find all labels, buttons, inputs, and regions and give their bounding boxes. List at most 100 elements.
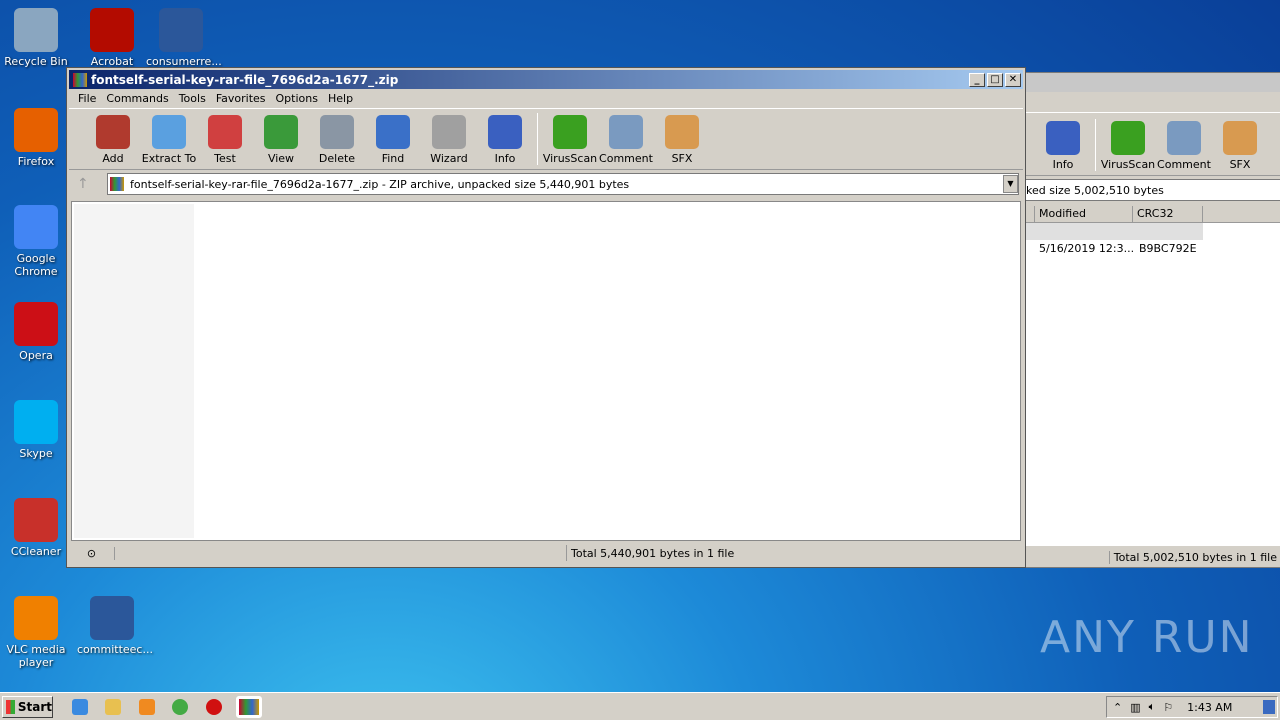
maximize-button[interactable]: □ — [987, 72, 1003, 87]
desktop-icon-label: committeec... — [77, 643, 153, 656]
back-status: Total 5,002,510 bytes in 1 file — [1108, 551, 1280, 564]
network-icon[interactable]: ▥ — [1130, 701, 1140, 714]
sfx-icon — [665, 115, 699, 149]
desktop-icon-consumerre[interactable]: consumerre... — [146, 8, 222, 68]
desktop-icon-label: Opera — [19, 349, 53, 362]
menu-options[interactable]: Options — [271, 92, 323, 105]
toolbar-label: Test — [214, 152, 236, 165]
desktop-icon-label: Acrobat — [90, 55, 134, 68]
toolbar-label: SFX — [1229, 158, 1251, 171]
menu-help[interactable]: Help — [323, 92, 358, 105]
title-bar[interactable]: fontself-serial-key-rar-file_7696d2a-167… — [69, 70, 1023, 89]
show-desktop-button[interactable] — [1263, 700, 1275, 714]
desktop-icon-label: CCleaner — [10, 545, 62, 558]
minimize-button[interactable]: _ — [969, 72, 985, 87]
info-icon — [1046, 121, 1080, 155]
add-icon — [96, 115, 130, 149]
comment-icon — [1167, 121, 1201, 155]
test-button[interactable]: Test — [197, 115, 253, 169]
status-drive-icon: ⊙ — [69, 546, 115, 560]
close-button[interactable]: ✕ — [1005, 72, 1021, 87]
back-info-button[interactable]: Info — [1035, 121, 1091, 175]
back-address[interactable]: ked size 5,002,510 bytes — [1023, 179, 1280, 201]
desktop-icon-label: Recycle Bin — [4, 55, 68, 68]
toolbar-label: Add — [102, 152, 124, 165]
desktop-icon-label: consumerre... — [146, 55, 222, 68]
desktop-icon-skype[interactable]: Skype — [1, 400, 71, 460]
explorer-icon[interactable] — [105, 699, 121, 715]
show-hidden-icons[interactable]: ⌃ — [1113, 701, 1122, 714]
desktop-icon-opera[interactable]: Opera — [1, 302, 71, 362]
winrar-window[interactable]: fontself-serial-key-rar-file_7696d2a-167… — [66, 67, 1026, 568]
find-icon — [376, 115, 410, 149]
start-button[interactable]: Start — [2, 696, 53, 718]
winrar-task-icon[interactable] — [236, 696, 262, 718]
winrar-icon — [73, 72, 87, 87]
toolbar-label: Extract To — [141, 152, 197, 165]
toolbar-label: Info — [1052, 158, 1074, 171]
menu-favorites[interactable]: Favorites — [211, 92, 271, 105]
add-button[interactable]: Add — [85, 115, 141, 169]
sfx-button[interactable]: SFX — [654, 115, 710, 169]
chrome-icon[interactable] — [172, 699, 188, 715]
virusscan-icon — [1111, 121, 1145, 155]
address-text: fontself-serial-key-rar-file_7696d2a-167… — [130, 177, 630, 191]
back-virusscan-button[interactable]: VirusScan — [1100, 121, 1156, 175]
up-arrow-icon[interactable]: ↑ — [77, 176, 107, 192]
toolbar-label: Info — [494, 152, 516, 165]
desktop-icon-label: Firefox — [17, 155, 55, 168]
app-icon — [14, 400, 58, 444]
back-winrar-window[interactable]: Info VirusScan Comment SFX ked size 5,002,5… — [1022, 72, 1280, 568]
archive-icon — [110, 177, 124, 191]
file-row[interactable]: 5/16/2019 12:3... B9BC792E — [1023, 240, 1280, 257]
clock[interactable]: 1:43 AM — [1187, 701, 1232, 714]
comment-button[interactable]: Comment — [598, 115, 654, 169]
taskbar: Start ⌃ ▥ 🔈︎ ⚐ 1:43 AM — [0, 692, 1280, 720]
toolbar-label: VirusScan — [542, 152, 598, 165]
desktop-icon-recycle-bin[interactable]: Recycle Bin — [1, 8, 71, 68]
start-label: Start — [17, 700, 52, 714]
test-icon — [208, 115, 242, 149]
extract-to-button[interactable]: Extract To — [141, 115, 197, 169]
toolbar-label: Comment — [599, 152, 653, 165]
opera-icon[interactable] — [206, 699, 222, 715]
delete-button[interactable]: Delete — [309, 115, 365, 169]
view-button[interactable]: View — [253, 115, 309, 169]
toolbar-separator — [1095, 119, 1096, 171]
dropdown-arrow-icon[interactable]: ▼ — [1003, 175, 1018, 193]
flag-icon[interactable]: ⚐ — [1163, 701, 1173, 714]
menu-file[interactable]: File — [73, 92, 101, 105]
app-icon — [14, 498, 58, 542]
virusscan-button[interactable]: VirusScan — [542, 115, 598, 169]
ie-icon[interactable] — [72, 699, 88, 715]
menu-tools[interactable]: Tools — [174, 92, 211, 105]
view-icon — [264, 115, 298, 149]
row-modified: 5/16/2019 12:3... — [1039, 242, 1135, 255]
find-button[interactable]: Find — [365, 115, 421, 169]
address-bar[interactable]: fontself-serial-key-rar-file_7696d2a-167… — [107, 173, 1019, 195]
desktop-icon-acrobat[interactable]: Acrobat — [77, 8, 147, 68]
window-title: fontself-serial-key-rar-file_7696d2a-167… — [91, 72, 399, 87]
file-list[interactable] — [71, 201, 1021, 541]
column-crc32[interactable]: CRC32 — [1133, 206, 1203, 222]
desktop-icon-ccleaner[interactable]: CCleaner — [1, 498, 71, 558]
info-button[interactable]: Info — [477, 115, 533, 169]
desktop-icon-vlc-media-player[interactable]: VLC media player — [1, 596, 71, 669]
desktop-icon-google-chrome[interactable]: Google Chrome — [1, 205, 71, 278]
wizard-button[interactable]: Wizard — [421, 115, 477, 169]
desktop-icon-firefox[interactable]: Firefox — [1, 108, 71, 168]
back-comment-button[interactable]: Comment — [1156, 121, 1212, 175]
media-player-icon[interactable] — [139, 699, 155, 715]
column-modified[interactable]: Modified — [1035, 206, 1133, 222]
app-icon — [14, 596, 58, 640]
back-sfx-button[interactable]: SFX — [1212, 121, 1268, 175]
menu-commands[interactable]: Commands — [101, 92, 173, 105]
app-icon — [14, 108, 58, 152]
wizard-icon — [432, 115, 466, 149]
volume-icon[interactable]: 🔈︎ — [1149, 700, 1156, 714]
comment-icon — [609, 115, 643, 149]
virusscan-icon — [553, 115, 587, 149]
system-tray: ⌃ ▥ 🔈︎ ⚐ 1:43 AM — [1106, 696, 1278, 718]
app-icon — [14, 8, 58, 52]
desktop-icon-committeec[interactable]: committeec... — [77, 596, 153, 656]
